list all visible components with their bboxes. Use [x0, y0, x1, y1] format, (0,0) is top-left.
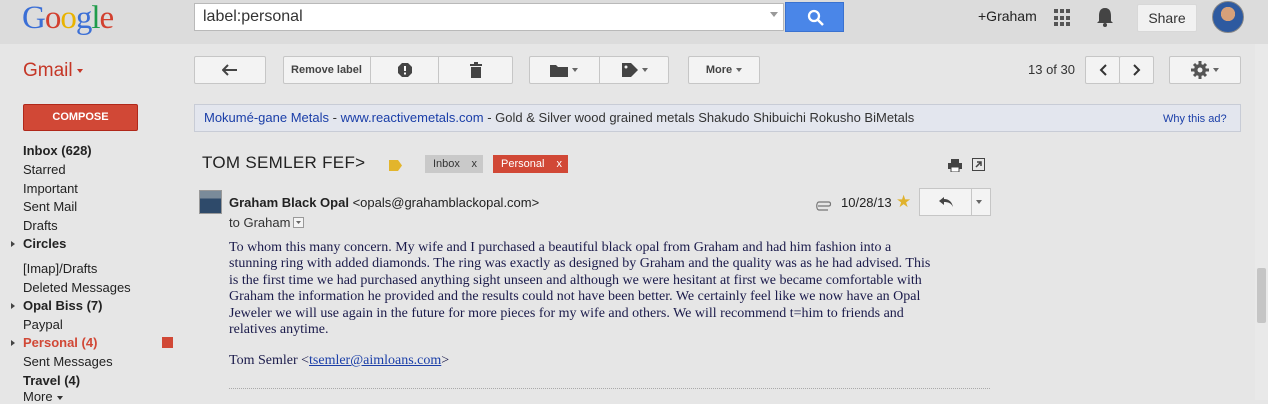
remove-label-button[interactable]: Remove label [283, 56, 370, 84]
chevron-down-icon [296, 221, 301, 224]
label-tag-icon [621, 63, 638, 77]
signature-name: Tom Semler < [229, 353, 310, 368]
ad-text: - Gold & Silver wood grained metals Shak… [483, 110, 915, 125]
show-details-button[interactable] [293, 217, 304, 228]
report-spam-icon [397, 63, 412, 77]
apps-grid-icon[interactable] [1054, 9, 1072, 27]
reply-icon [939, 197, 953, 207]
sidebar-more-label: More [23, 389, 53, 404]
delete-button[interactable] [439, 56, 513, 84]
pagination-count: 13 of 30 [1028, 62, 1075, 77]
why-this-ad-link[interactable]: Why this ad? [1163, 113, 1227, 125]
report-spam-button[interactable] [371, 56, 438, 84]
search-input[interactable] [195, 4, 763, 30]
search-options-dropdown-icon[interactable] [770, 12, 778, 17]
label-chip-personal[interactable]: Personal x [493, 155, 568, 173]
ad-url-link[interactable]: www.reactivemetals.com [341, 110, 484, 125]
label-chip-personal-text: Personal [501, 158, 545, 170]
sidebar-item-starred[interactable]: Starred [23, 162, 66, 177]
settings-button[interactable] [1169, 56, 1241, 84]
ad-title-link[interactable]: Mokumé-gane Metals [204, 110, 329, 125]
message-body-line: Jeweler we will use again in the future … [229, 306, 904, 321]
important-marker-icon[interactable] [389, 158, 402, 176]
sidebar-item-drafts[interactable]: Drafts [23, 218, 58, 233]
message-divider [229, 388, 990, 389]
trash-icon [470, 62, 482, 78]
settings-gear-icon [1191, 61, 1209, 79]
signature-email-link[interactable]: tsemler@aimloans.com [309, 353, 441, 368]
message-body-line: Graham the information he provided and t… [229, 289, 921, 304]
label-chip-inbox[interactable]: Inbox x [425, 155, 483, 173]
message-signature: Tom Semler <tsemler@aimloans.com> [229, 353, 449, 369]
move-to-button[interactable] [529, 56, 599, 84]
ad-separator: - [329, 110, 341, 125]
sidebar-more-link[interactable]: More [23, 389, 63, 404]
message-body-line: relatives anytime. [229, 322, 329, 337]
search-icon [807, 9, 824, 26]
remove-personal-label-button[interactable]: x [557, 155, 563, 173]
scrollbar-track[interactable] [1255, 44, 1268, 400]
ad-banner: Mokumé-gane Metals - www.reactivemetals.… [194, 104, 1241, 132]
message-body-line: To whom this many concern. My wife and I… [229, 240, 892, 255]
reply-button[interactable] [919, 188, 972, 216]
sidebar-item-inbox[interactable]: Inbox (628) [23, 143, 92, 158]
sidebar-item-sent-messages[interactable]: Sent Messages [23, 354, 113, 369]
remove-inbox-label-button[interactable]: x [472, 155, 478, 173]
message-more-button[interactable] [971, 188, 991, 216]
expand-personal-icon[interactable] [11, 340, 15, 346]
sender-email: <opals@grahamblackopal.com> [352, 195, 540, 210]
recipient-line: to Graham [229, 215, 291, 230]
folder-icon [550, 65, 568, 77]
message-date: 10/28/13 [841, 195, 892, 210]
search-box[interactable] [194, 3, 784, 31]
scrollbar-thumb[interactable] [1257, 268, 1266, 323]
print-icon[interactable] [948, 159, 962, 177]
compose-button[interactable]: COMPOSE [23, 104, 138, 131]
sidebar-item-paypal[interactable]: Paypal [23, 317, 63, 332]
sidebar-item-deleted-messages[interactable]: Deleted Messages [23, 280, 131, 295]
labels-button[interactable] [600, 56, 669, 84]
new-window-icon[interactable] [972, 158, 985, 176]
paperclip-icon [815, 199, 833, 214]
chevron-left-icon [1099, 64, 1107, 76]
star-icon[interactable]: ★ [896, 192, 911, 212]
email-subject: TOM SEMLER FEF> [202, 153, 366, 172]
more-button[interactable]: More [688, 56, 760, 84]
message-body-line: is the first time we had purchased anyth… [229, 273, 922, 288]
account-avatar[interactable] [1212, 1, 1244, 33]
sidebar-item-travel[interactable]: Travel (4) [23, 373, 80, 388]
signature-end: > [441, 353, 450, 368]
label-color-swatch[interactable] [162, 337, 173, 348]
gmail-label: Gmail [23, 60, 73, 81]
expand-circles-icon[interactable] [11, 241, 15, 247]
gmail-menu[interactable]: Gmail [23, 60, 83, 82]
sidebar-item-important[interactable]: Important [23, 181, 78, 196]
sender-avatar[interactable] [199, 190, 222, 214]
share-button[interactable]: Share [1137, 4, 1197, 32]
google-logo[interactable]: Google [22, 0, 114, 37]
label-chip-inbox-text: Inbox [433, 158, 460, 170]
newer-button[interactable] [1085, 56, 1120, 84]
message-body-line: stunning ring with added diamonds. The r… [229, 256, 931, 271]
search-button[interactable] [785, 2, 844, 32]
sidebar-item-sent-mail[interactable]: Sent Mail [23, 199, 77, 214]
expand-opal-biss-icon[interactable] [11, 303, 15, 309]
sidebar-item-imap-drafts[interactable]: [Imap]/Drafts [23, 261, 97, 276]
sidebar-item-circles[interactable]: Circles [23, 236, 66, 251]
older-button[interactable] [1119, 56, 1154, 84]
chevron-right-icon [1132, 64, 1140, 76]
notification-bell-icon[interactable] [1095, 6, 1115, 33]
sender-name[interactable]: Graham Black Opal [229, 195, 349, 210]
back-arrow-icon [222, 64, 237, 76]
sender-line: Graham Black Opal <opals@grahamblackopal… [229, 195, 539, 210]
sidebar-item-opal-biss[interactable]: Opal Biss (7) [23, 298, 102, 313]
sidebar-item-personal[interactable]: Personal (4) [23, 335, 97, 350]
user-profile-link[interactable]: +Graham [978, 8, 1037, 24]
back-button[interactable] [194, 56, 266, 84]
more-label: More [705, 64, 733, 76]
